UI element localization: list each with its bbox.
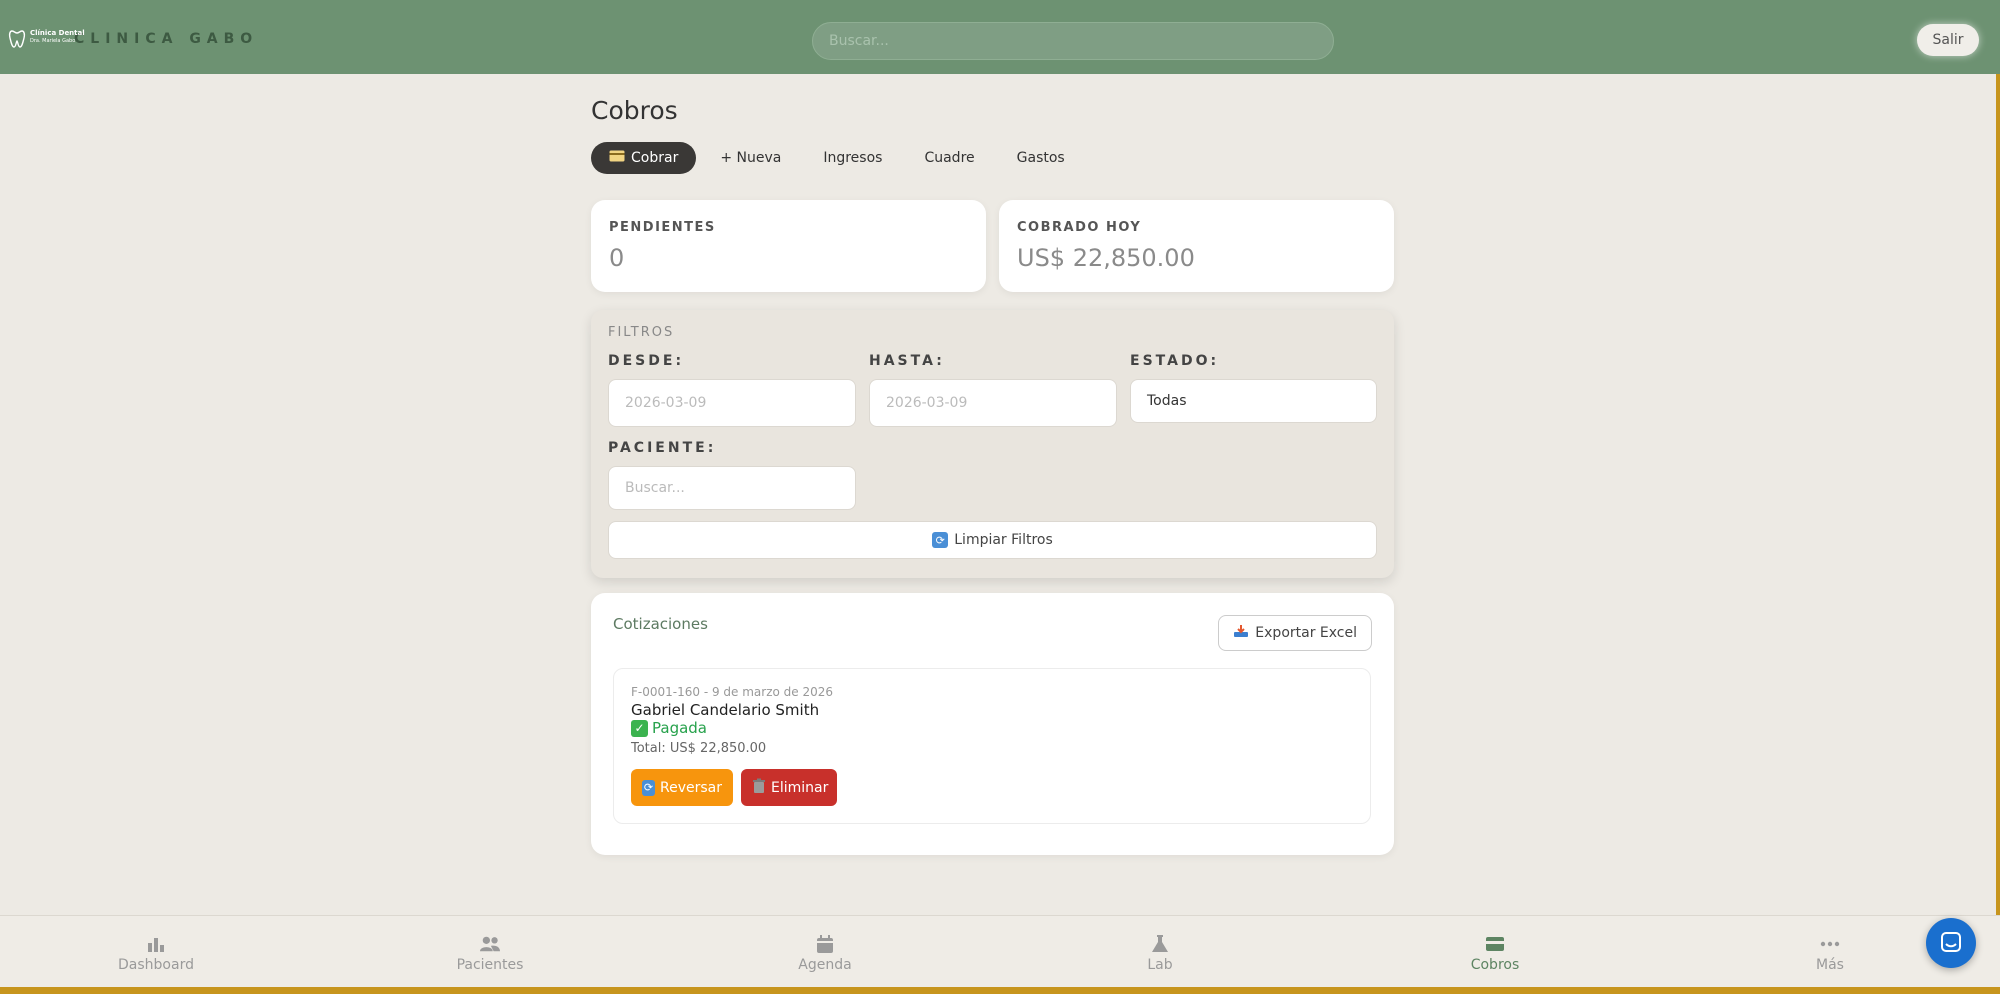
pending-label: PENDIENTES [609, 220, 716, 235]
flask-icon [1152, 935, 1168, 952]
patient-search-input[interactable]: Buscar... [608, 466, 856, 510]
logo-line-2: Dra. Mariela Gabo [30, 38, 76, 44]
export-excel-button[interactable]: Exportar Excel [1218, 615, 1372, 651]
nav-dashboard[interactable]: Dashboard [86, 935, 226, 973]
section-tabs: Cobrar + Nueva Ingresos Cuadre Gastos [591, 142, 1083, 174]
global-search-placeholder: Buscar... [829, 33, 889, 49]
collected-today-card: COBRADO HOY US$ 22,850.00 [999, 200, 1394, 292]
nav-label: Cobros [1470, 957, 1520, 973]
calendar-icon [817, 935, 833, 953]
quote-status: ✓ Pagada [631, 719, 707, 737]
nav-label: Lab [1147, 957, 1173, 973]
nav-label: Dashboard [118, 957, 194, 973]
collected-value: US$ 22,850.00 [1017, 244, 1195, 272]
tab-label: Cobrar [631, 150, 679, 166]
from-date-input[interactable]: 2026-03-09 [608, 379, 856, 427]
quote-status-label: Pagada [652, 719, 707, 737]
clear-filters-label: Limpiar Filtros [954, 532, 1053, 548]
users-icon [480, 936, 500, 952]
filters-title: FILTROS [608, 325, 675, 340]
card-icon [609, 150, 625, 166]
right-edge-strip [1996, 74, 2000, 994]
quote-total: Total: US$ 22,850.00 [631, 741, 767, 756]
brand-name: CLINICA GABO [74, 31, 259, 47]
tab-cuadre[interactable]: Cuadre [906, 142, 992, 174]
tab-ingresos[interactable]: Ingresos [805, 142, 900, 174]
nav-lab[interactable]: Lab [1090, 935, 1230, 973]
nav-label: Más [1816, 957, 1844, 973]
nav-cobros[interactable]: Cobros [1425, 935, 1565, 973]
tab-cobrar[interactable]: Cobrar [591, 142, 697, 174]
patient-search-placeholder: Buscar... [625, 480, 685, 496]
status-select-value: Todas [1147, 393, 1187, 409]
tab-nueva[interactable]: + Nueva [702, 142, 799, 174]
logo-line-1: Clínica Dental [30, 29, 85, 37]
clinic-logo[interactable]: Clínica Dental Dra. Mariela Gabo CLINICA… [8, 27, 258, 51]
quotes-title: Cotizaciones [613, 615, 708, 633]
global-search-input[interactable]: Buscar... [812, 22, 1334, 60]
tab-gastos[interactable]: Gastos [999, 142, 1083, 174]
bottom-navigation: Dashboard Pacientes Agenda Lab Cobros Má… [0, 915, 2000, 987]
chat-icon [1941, 932, 1961, 952]
quote-meta: F-0001-160 - 9 de marzo de 2026 [631, 685, 834, 699]
page-title: Cobros [591, 96, 678, 125]
from-date-value: 2026-03-09 [625, 395, 707, 411]
reverse-label: Reversar [660, 779, 722, 796]
quote-patient-name: Gabriel Candelario Smith [631, 701, 820, 719]
credit-card-icon [1486, 937, 1504, 951]
collected-label: COBRADO HOY [1017, 220, 1142, 235]
status-select[interactable]: Todas [1130, 379, 1377, 423]
delete-button[interactable]: Eliminar [741, 769, 837, 806]
from-label: DESDE: [608, 353, 685, 369]
logout-button[interactable]: Salir [1917, 24, 1979, 56]
export-tray-icon [1233, 624, 1249, 642]
top-bar: Clínica Dental Dra. Mariela Gabo CLINICA… [0, 0, 2000, 74]
bottom-edge-strip [0, 986, 2000, 994]
nav-label: Agenda [798, 957, 852, 973]
nav-mas[interactable]: Más [1760, 935, 1900, 973]
quotes-panel: Cotizaciones Exportar Excel F-0001-160 -… [591, 593, 1394, 855]
refresh-icon: ⟳ [642, 779, 655, 796]
filters-panel: FILTROS DESDE: 2026-03-09 HASTA: 2026-03… [591, 310, 1394, 578]
reverse-button[interactable]: ⟳ Reversar [631, 769, 733, 806]
nav-agenda[interactable]: Agenda [755, 935, 895, 973]
status-label: ESTADO: [1130, 353, 1220, 369]
patient-label: PACIENTE: [608, 440, 717, 456]
pending-stat-card: PENDIENTES 0 [591, 200, 986, 292]
delete-label: Eliminar [771, 779, 829, 796]
chat-button[interactable] [1926, 918, 1976, 968]
more-dots-icon [1820, 941, 1840, 947]
nav-label: Pacientes [456, 957, 524, 973]
to-label: HASTA: [869, 353, 945, 369]
trash-icon [752, 778, 766, 798]
check-mark-icon: ✓ [631, 719, 648, 737]
refresh-icon: ⟳ [932, 532, 949, 548]
clear-filters-button[interactable]: ⟳ Limpiar Filtros [608, 521, 1377, 559]
nav-pacientes[interactable]: Pacientes [420, 935, 560, 973]
to-date-input[interactable]: 2026-03-09 [869, 379, 1117, 427]
to-date-value: 2026-03-09 [886, 395, 968, 411]
bar-chart-icon [148, 938, 164, 952]
export-excel-label: Exportar Excel [1255, 625, 1357, 641]
quote-item[interactable]: F-0001-160 - 9 de marzo de 2026 Gabriel … [613, 668, 1371, 824]
pending-value: 0 [609, 244, 625, 272]
